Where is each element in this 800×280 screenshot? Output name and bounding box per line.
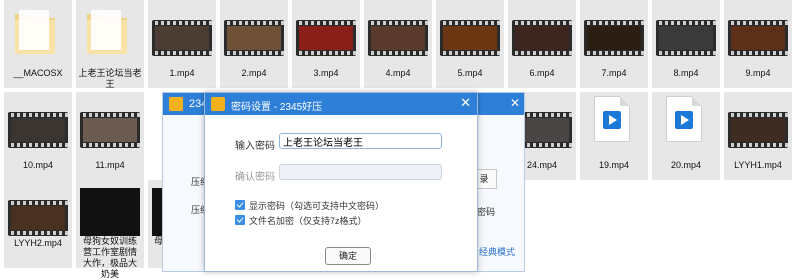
- file-name: LYYH1.mp4: [734, 160, 782, 170]
- folder-icon: [84, 4, 130, 60]
- file-name: 2.mp4: [241, 68, 267, 78]
- show-password-label: 显示密码（勾选可支持中文密码）: [249, 201, 385, 211]
- password-dialog: 密码设置 - 2345好压 ✕ 输入密码 确认密码 显示密码（勾选可支持中文密码…: [204, 92, 478, 272]
- password-text: 密码: [477, 207, 496, 217]
- video-thumbnail-icon: [224, 20, 284, 56]
- ok-button[interactable]: 确定: [325, 247, 371, 265]
- file-name: 3.mp4: [313, 68, 339, 78]
- file-item[interactable]: 6.mp4: [508, 0, 576, 88]
- file-name: 6.mp4: [529, 68, 555, 78]
- file-item[interactable]: 2.mp4: [220, 0, 288, 88]
- file-item[interactable]: 7.mp4: [580, 0, 648, 88]
- file-name: 5.mp4: [457, 68, 483, 78]
- video-thumbnail-icon: [728, 20, 788, 56]
- video-thumbnail-icon: [80, 112, 140, 148]
- file-name: LYYH2.mp4: [14, 238, 62, 248]
- file-item[interactable]: LYYH1.mp4: [724, 92, 792, 180]
- file-name: 上老王论坛当老王: [78, 68, 142, 89]
- encrypt-filenames-checkbox[interactable]: [235, 215, 245, 225]
- classic-mode-link[interactable]: 经典模式: [479, 245, 515, 258]
- file-item[interactable]: 母狗女奴训练营工作室剧情大作，极品大奶美: [76, 180, 144, 279]
- file-item[interactable]: 1.mp4: [148, 0, 216, 88]
- video-thumbnail-icon: [440, 20, 500, 56]
- file-name: 20.mp4: [670, 160, 702, 170]
- file-name: 11.mp4: [95, 160, 125, 170]
- dialog-title: 密码设置 - 2345好压: [231, 102, 323, 113]
- encrypt-filenames-label: 文件名加密（仅支持7z格式）: [249, 216, 367, 226]
- play-icon: [603, 111, 621, 129]
- file-item[interactable]: __MACOSX: [4, 0, 72, 88]
- file-name: 19.mp4: [598, 160, 630, 170]
- video-thumbnail-icon: [584, 20, 644, 56]
- video-thumbnail-icon: [152, 20, 212, 56]
- file-name: 8.mp4: [673, 68, 699, 78]
- file-item[interactable]: 上老王论坛当老王: [76, 0, 144, 89]
- show-password-checkbox[interactable]: [235, 200, 245, 210]
- app-logo-icon: [211, 97, 225, 111]
- video-thumbnail-icon: [368, 20, 428, 56]
- media-file-icon: [594, 96, 630, 142]
- video-thumbnail-icon: [512, 20, 572, 56]
- file-item[interactable]: 20.mp4: [652, 92, 720, 180]
- file-item[interactable]: 9.mp4: [724, 0, 792, 88]
- file-name: 7.mp4: [601, 68, 627, 78]
- video-thumbnail-icon: [656, 20, 716, 56]
- app-logo-icon: [169, 97, 183, 111]
- video-thumbnail-icon: [8, 200, 68, 236]
- close-icon[interactable]: ✕: [460, 95, 471, 111]
- file-name: 10.mp4: [22, 160, 54, 170]
- file-item[interactable]: 10.mp4: [4, 92, 72, 180]
- file-name: 母狗女奴训练营工作室剧情大作，极品大奶美: [82, 236, 137, 279]
- video-thumbnail-icon: [728, 112, 788, 148]
- password-label: 输入密码: [235, 141, 275, 152]
- confirm-password-field[interactable]: [279, 164, 442, 180]
- file-item[interactable]: 4.mp4: [364, 0, 432, 88]
- video-thumbnail-icon: [8, 112, 68, 148]
- confirm-password-label: 确认密码: [235, 172, 275, 183]
- file-item[interactable]: LYYH2.mp4: [4, 180, 72, 268]
- video-thumbnail-icon: [296, 20, 356, 56]
- media-file-icon: [666, 96, 702, 142]
- file-item[interactable]: 19.mp4: [580, 92, 648, 180]
- password-field[interactable]: [279, 133, 442, 149]
- file-name: __MACOSX: [13, 68, 63, 78]
- file-item[interactable]: 5.mp4: [436, 0, 504, 88]
- dialog-titlebar: 密码设置 - 2345好压 ✕: [205, 93, 477, 115]
- file-item[interactable]: 8.mp4: [652, 0, 720, 88]
- file-item[interactable]: 3.mp4: [292, 0, 360, 88]
- close-icon[interactable]: ✕: [510, 96, 520, 110]
- play-icon: [675, 111, 693, 129]
- file-name: 4.mp4: [385, 68, 411, 78]
- document-thumbnail-icon: [80, 188, 140, 236]
- file-name: 1.mp4: [169, 68, 195, 78]
- folder-icon: [12, 4, 58, 60]
- file-item[interactable]: 11.mp4: [76, 92, 144, 180]
- file-name: 9.mp4: [745, 68, 771, 78]
